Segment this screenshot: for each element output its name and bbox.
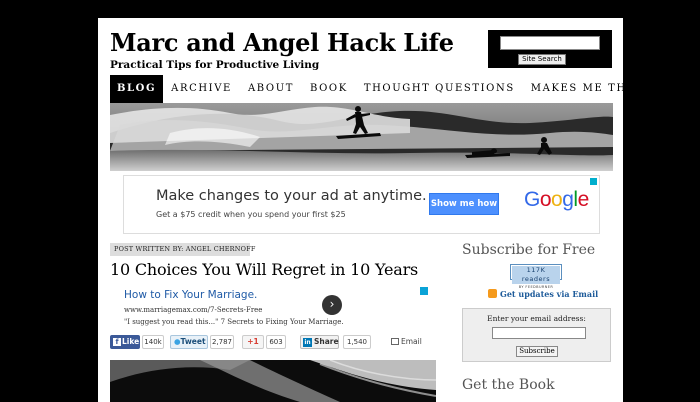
header-banner-image — [110, 103, 613, 171]
site-tagline: Practical Tips for Productive Living — [110, 59, 320, 71]
facebook-icon: f — [113, 338, 121, 346]
adchoices-icon[interactable] — [420, 287, 428, 295]
google-plus-label: +1 — [247, 337, 259, 346]
google-logo-letter: G — [524, 188, 540, 211]
tweet-label: Tweet — [180, 337, 206, 346]
linkedin-share-button[interactable]: in Share — [300, 335, 339, 349]
ad-headline[interactable]: Make changes to your ad at anytime. — [156, 188, 427, 204]
facebook-like-button[interactable]: f Like — [110, 335, 140, 349]
text-ad-url[interactable]: www.marriagemax.com/7-Secrets-Free — [124, 306, 262, 314]
google-ad-banner[interactable]: Make changes to your ad at anytime. Get … — [123, 175, 600, 234]
text-ad[interactable]: How to Fix Your Marriage. www.marriagema… — [110, 287, 428, 332]
email-updates-link[interactable]: Get updates via Email — [500, 289, 598, 299]
email-share-button[interactable]: Email — [391, 335, 427, 349]
post-image — [110, 360, 436, 402]
google-logo[interactable]: Google — [524, 188, 589, 212]
twitter-count: 2,787 — [210, 335, 234, 349]
email-field[interactable] — [492, 327, 586, 339]
google-logo-letter: g — [562, 188, 574, 211]
nav-item-archive[interactable]: ARCHIVE — [163, 75, 240, 103]
show-me-how-button[interactable]: Show me how — [429, 193, 499, 215]
feedburner-reader-count: 117K readers — [512, 266, 560, 284]
linkedin-share-label: Share — [314, 337, 339, 346]
rss-icon[interactable] — [488, 289, 497, 298]
facebook-count: 140k — [142, 335, 164, 349]
main-nav: BLOG ARCHIVE ABOUT BOOK THOUGHT QUESTION… — [110, 75, 650, 103]
linkedin-count: 1,540 — [343, 335, 371, 349]
search-input[interactable] — [500, 36, 600, 50]
adchoices-icon[interactable] — [590, 178, 597, 185]
get-the-book-heading: Get the Book — [462, 377, 555, 393]
tweet-button[interactable]: ●Tweet — [170, 335, 208, 349]
google-logo-letter: o — [539, 188, 552, 211]
site-search-button[interactable]: Site Search — [518, 54, 566, 65]
chevron-right-icon[interactable]: › — [322, 295, 342, 315]
nav-item-book[interactable]: BOOK — [302, 75, 356, 103]
feedburner-badge[interactable]: 117K readers BY FEEDBURNER — [510, 264, 562, 289]
nav-item-about[interactable]: ABOUT — [240, 75, 302, 103]
page-container: Marc and Angel Hack Life Practical Tips … — [98, 18, 650, 402]
text-ad-description: "I suggest you read this..." 7 Secrets t… — [124, 318, 344, 326]
post-title[interactable]: 10 Choices You Will Regret in 10 Years — [110, 260, 418, 279]
google-logo-letter: e — [577, 188, 590, 211]
email-prompt-label: Enter your email address: — [487, 314, 586, 323]
post-photo — [110, 360, 436, 402]
email-subscribe-form: Enter your email address: Subscribe — [462, 308, 611, 362]
surf-wave-image — [110, 103, 613, 171]
google-plus-button[interactable]: +1 — [242, 335, 264, 349]
search-box: Site Search — [488, 30, 612, 68]
email-icon — [391, 338, 399, 345]
nav-item-thought-questions[interactable]: THOUGHT QUESTIONS — [356, 75, 523, 103]
subscribe-heading: Subscribe for Free — [462, 242, 596, 258]
text-ad-title[interactable]: How to Fix Your Marriage. — [124, 289, 257, 301]
nav-item-blog[interactable]: BLOG — [110, 75, 164, 103]
linkedin-icon: in — [303, 338, 312, 347]
google-plus-count: 603 — [266, 335, 286, 349]
facebook-like-label: Like — [122, 337, 140, 346]
ad-subline: Get a $75 credit when you spend your fir… — [156, 210, 346, 219]
share-bar: f Like 140k ●Tweet 2,787 +1 603 in Share 1… — [110, 335, 428, 351]
google-logo-letter: o — [551, 188, 563, 211]
subscribe-button[interactable]: Subscribe — [516, 346, 558, 357]
email-share-label: Email — [401, 337, 422, 346]
site-title[interactable]: Marc and Angel Hack Life — [110, 28, 454, 57]
nav-item-makes-me-think[interactable]: MAKES ME THINK — [523, 75, 660, 103]
post-author-bar: POST WRITTEN BY: ANGEL CHERNOFF — [110, 243, 255, 256]
